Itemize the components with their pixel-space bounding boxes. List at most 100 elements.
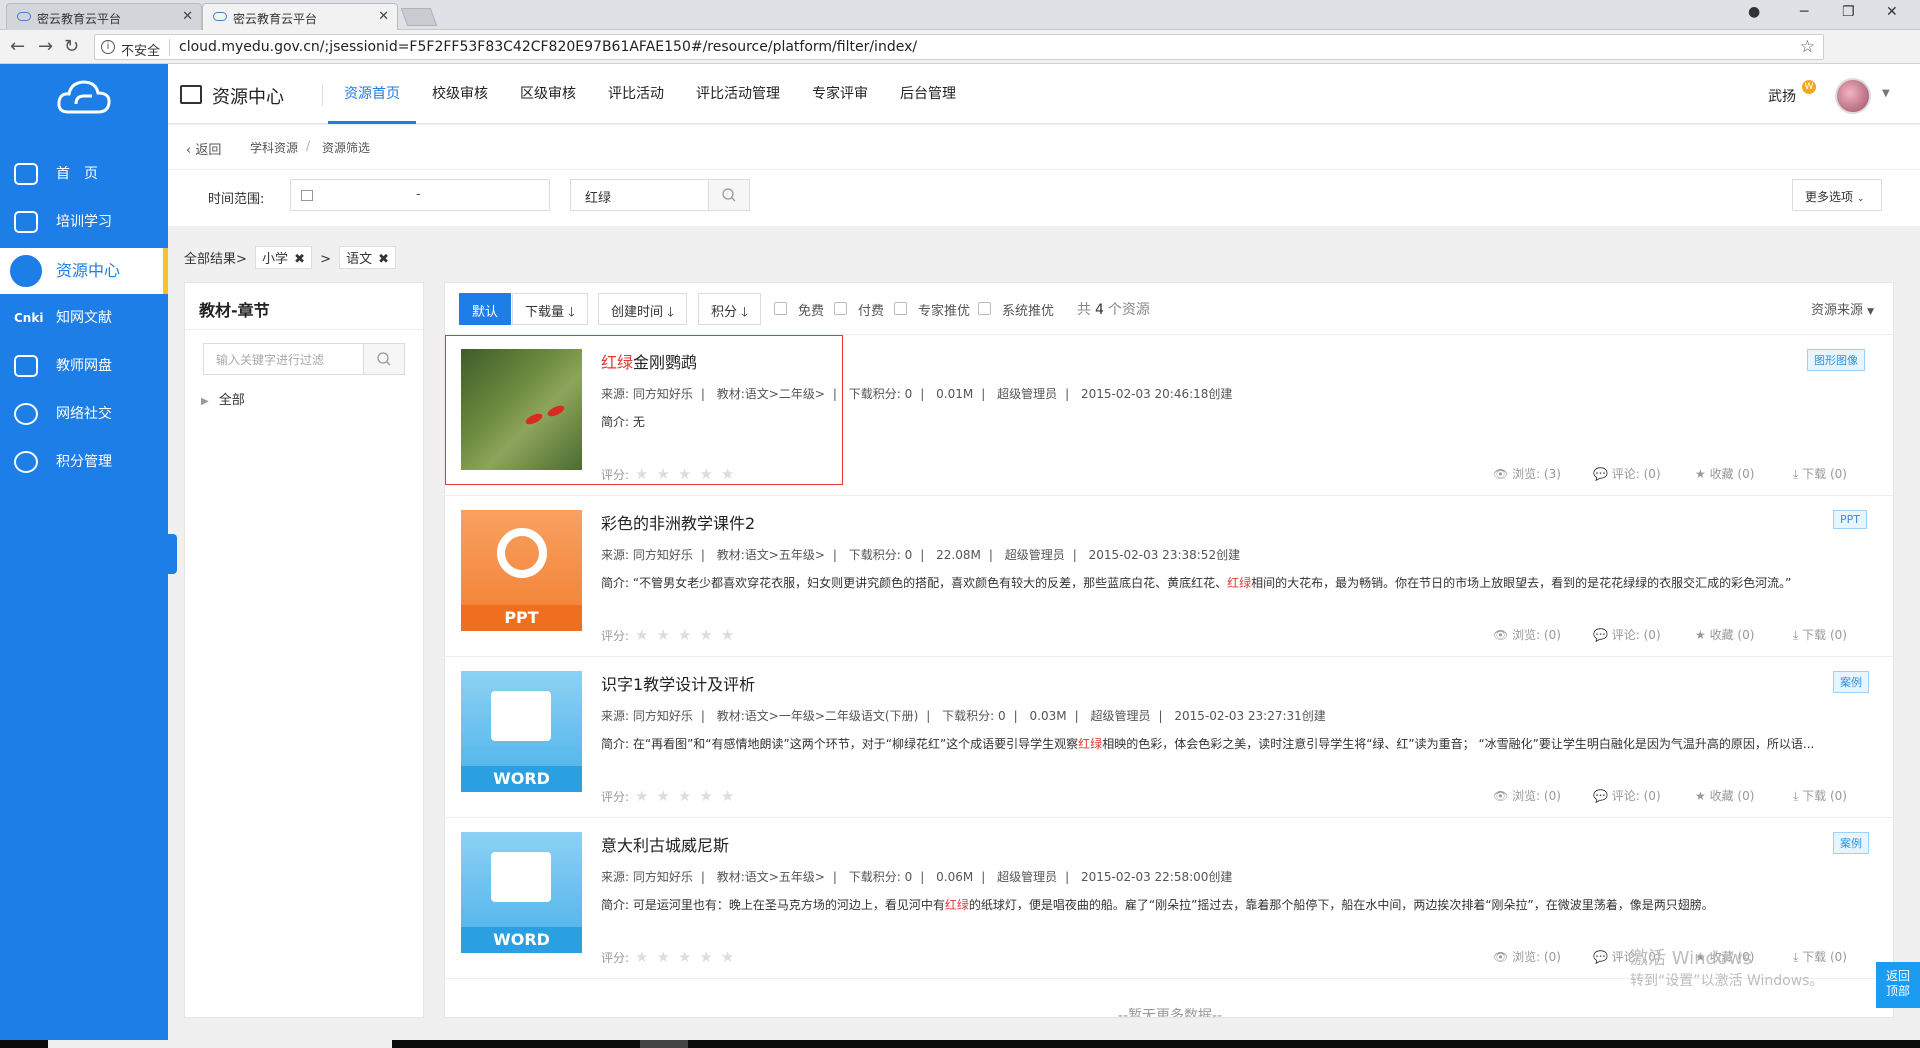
search-icon xyxy=(722,188,736,202)
menu-competition[interactable]: 评比活动 xyxy=(608,64,664,124)
reload-icon[interactable]: ↻ xyxy=(64,36,79,57)
browser-tab[interactable]: 密云教育云平台 ✕ xyxy=(6,3,202,30)
close-icon[interactable]: ✕ xyxy=(378,9,389,24)
menu-resource-home[interactable]: 资源首页 xyxy=(328,64,416,124)
taskbar-search[interactable] xyxy=(48,1040,392,1048)
back-link[interactable]: ‹ 返回 xyxy=(186,139,221,158)
bookmark-star-icon[interactable]: ☆ xyxy=(1800,37,1815,57)
downloads-stat[interactable]: ⤓ 下载 (0) xyxy=(1793,465,1847,482)
sidebar-item-home[interactable]: 首 页 xyxy=(0,151,168,197)
sidebar-item-label: 首 页 xyxy=(56,166,98,182)
comments-stat[interactable]: 💬 评论: (0) xyxy=(1593,465,1661,482)
chapter-filter-input[interactable]: 输入关键字进行过滤 xyxy=(203,343,363,375)
menu-competition-manage[interactable]: 评比活动管理 xyxy=(696,64,780,124)
resource-thumbnail[interactable]: PPT xyxy=(461,510,582,631)
sort-points-button[interactable]: 积分 🡓 xyxy=(698,293,761,325)
tab-title: 密云教育云平台 xyxy=(233,12,318,26)
favorites-text: 收藏 (0) xyxy=(1709,789,1755,803)
search-button[interactable] xyxy=(708,179,750,211)
tree-node-all[interactable]: ▶ 全部 xyxy=(201,389,245,408)
close-window-icon[interactable]: ✕ xyxy=(1886,4,1898,20)
minimize-icon[interactable]: ─ xyxy=(1800,4,1808,20)
meta-source: 来源: 同方知好乐 xyxy=(601,548,693,562)
star-rating-icon[interactable]: ★★★★★ xyxy=(635,465,742,483)
resource-thumbnail[interactable]: WORD xyxy=(461,832,582,953)
caret-right-icon[interactable]: ▶ xyxy=(201,396,209,407)
resource-title[interactable]: 意大利古城威尼斯 xyxy=(601,832,729,856)
sidebar-item-training[interactable]: 培训学习 xyxy=(0,199,168,245)
sidebar-item-cnki[interactable]: Cnki 知网文献 xyxy=(0,295,168,341)
all-results-link[interactable]: 全部结果> xyxy=(184,252,247,267)
forward-icon[interactable]: → xyxy=(38,36,53,57)
title-text: 意大利古城威尼斯 xyxy=(601,836,730,855)
profile-icon[interactable]: ● xyxy=(1748,4,1760,20)
resource-thumbnail[interactable]: WORD xyxy=(461,671,582,792)
url-field[interactable]: i 不安全 cloud.myedu.gov.cn/;jsessionid=F5F… xyxy=(94,34,1824,60)
free-checkbox[interactable] xyxy=(774,302,787,315)
date-range-input[interactable]: - xyxy=(290,179,550,211)
info-icon[interactable]: i xyxy=(101,40,115,54)
downloads-stat[interactable]: ⤓ 下载 (0) xyxy=(1793,626,1847,643)
menu-district-review[interactable]: 区级审核 xyxy=(520,64,576,124)
sidebar-item-disk[interactable]: 教师网盘 xyxy=(0,343,168,389)
sort-created-button[interactable]: 创建时间 🡓 xyxy=(598,293,687,325)
new-tab-button[interactable] xyxy=(400,8,438,26)
browser-tab-active[interactable]: 密云教育云平台 ✕ xyxy=(202,3,398,30)
system-pick-checkbox[interactable] xyxy=(978,302,991,315)
sidebar-item-points[interactable]: 积分管理 xyxy=(0,439,168,485)
expert-pick-label: 专家推优 xyxy=(918,304,971,319)
more-options-label: 更多选项 xyxy=(1805,190,1854,204)
expert-pick-checkbox[interactable] xyxy=(894,302,907,315)
resource-title[interactable]: 红绿金刚鹦鹉 xyxy=(601,349,697,373)
star-rating-icon[interactable]: ★★★★★ xyxy=(635,948,742,966)
menu-admin[interactable]: 后台管理 xyxy=(900,64,956,124)
sidebar-item-social[interactable]: 网络社交 xyxy=(0,391,168,437)
back-icon[interactable]: ← xyxy=(10,36,25,57)
meta-book: 教材:语文>一年级>二年级语文(下册) xyxy=(716,709,919,723)
resource-title[interactable]: 识字1教学设计及评析 xyxy=(601,671,755,695)
comments-stat[interactable]: 💬 评论: (0) xyxy=(1593,626,1661,643)
menu-school-review[interactable]: 校级审核 xyxy=(432,64,488,124)
meta-points: 下载积分: 0 xyxy=(848,548,913,562)
list-item[interactable]: WORD 识字1教学设计及评析 来源: 同方知好乐 | 教材:语文>一年级>二年级… xyxy=(445,657,1893,818)
keyword-input[interactable]: 红绿 xyxy=(570,179,708,211)
remove-tag-icon[interactable]: ✖ xyxy=(294,252,305,267)
avatar[interactable] xyxy=(1835,78,1871,114)
favorites-stat[interactable]: ★ 收藏 (0) xyxy=(1695,787,1754,804)
meta-points: 下载积分: 0 xyxy=(848,387,913,401)
resource-center-icon xyxy=(180,85,202,104)
star-rating-icon[interactable]: ★★★★★ xyxy=(635,626,742,644)
list-item[interactable]: 红绿金刚鹦鹉 来源: 同方知好乐 | 教材:语文>二年级> | 下载积分: 0 | 0… xyxy=(445,335,1893,496)
views-stat: 👁 浏览: (0) xyxy=(1493,628,1561,642)
remove-tag-icon[interactable]: ✖ xyxy=(378,252,389,267)
more-options-button[interactable]: 更多选项 ⌄ xyxy=(1792,179,1882,211)
downloads-stat[interactable]: ⤓ 下载 (0) xyxy=(1793,787,1847,804)
favorites-stat[interactable]: ★ 收藏 (0) xyxy=(1695,465,1754,482)
sort-downloads-button[interactable]: 下载量 🡓 xyxy=(512,293,588,325)
breadcrumb-subject[interactable]: 学科资源 xyxy=(250,139,298,156)
close-icon[interactable]: ✕ xyxy=(182,9,193,24)
paid-checkbox[interactable] xyxy=(834,302,847,315)
resource-title[interactable]: 彩色的非洲教学课件2 xyxy=(601,510,755,534)
back-to-top-button[interactable]: 返回 顶部 xyxy=(1876,962,1920,1008)
thumb-type-label: WORD xyxy=(461,766,582,792)
source-dropdown[interactable]: 资源来源 ▼ xyxy=(1811,299,1874,318)
user-name[interactable]: 武扬 xyxy=(1768,86,1796,106)
chapter-search-button[interactable] xyxy=(363,343,405,375)
comments-stat[interactable]: 💬 评论: (0) xyxy=(1593,787,1661,804)
resource-thumbnail[interactable] xyxy=(461,349,582,470)
restore-icon[interactable]: ❐ xyxy=(1842,4,1855,20)
list-item[interactable]: PPT 彩色的非洲教学课件2 来源: 同方知好乐 | 教材:语文>五年级> | 下载… xyxy=(445,496,1893,657)
sidebar-item-resource[interactable]: 资源中心 xyxy=(0,248,168,294)
downloads-stat[interactable]: ⤓ 下载 (0) xyxy=(1793,948,1847,965)
desc-text: 相映的色彩，体会色彩之美，读时注意引导学生将“绿、红”读为重音； “冰雪融化”要… xyxy=(1102,737,1815,751)
taskbar-app[interactable] xyxy=(640,1040,688,1048)
chevron-down-icon[interactable]: ▼ xyxy=(1882,88,1890,99)
favorites-stat[interactable]: ★ 收藏 (0) xyxy=(1695,626,1754,643)
sort-default-button[interactable]: 默认 xyxy=(459,293,512,325)
top-nav: 资源中心 资源首页 校级审核 区级审核 评比活动 评比活动管理 专家评审 后台管… xyxy=(168,64,1920,124)
menu-expert-review[interactable]: 专家评审 xyxy=(812,64,868,124)
star-rating-icon[interactable]: ★★★★★ xyxy=(635,787,742,805)
rating-label: 评分: xyxy=(601,790,630,804)
sidebar-collapse-handle[interactable] xyxy=(168,534,177,574)
